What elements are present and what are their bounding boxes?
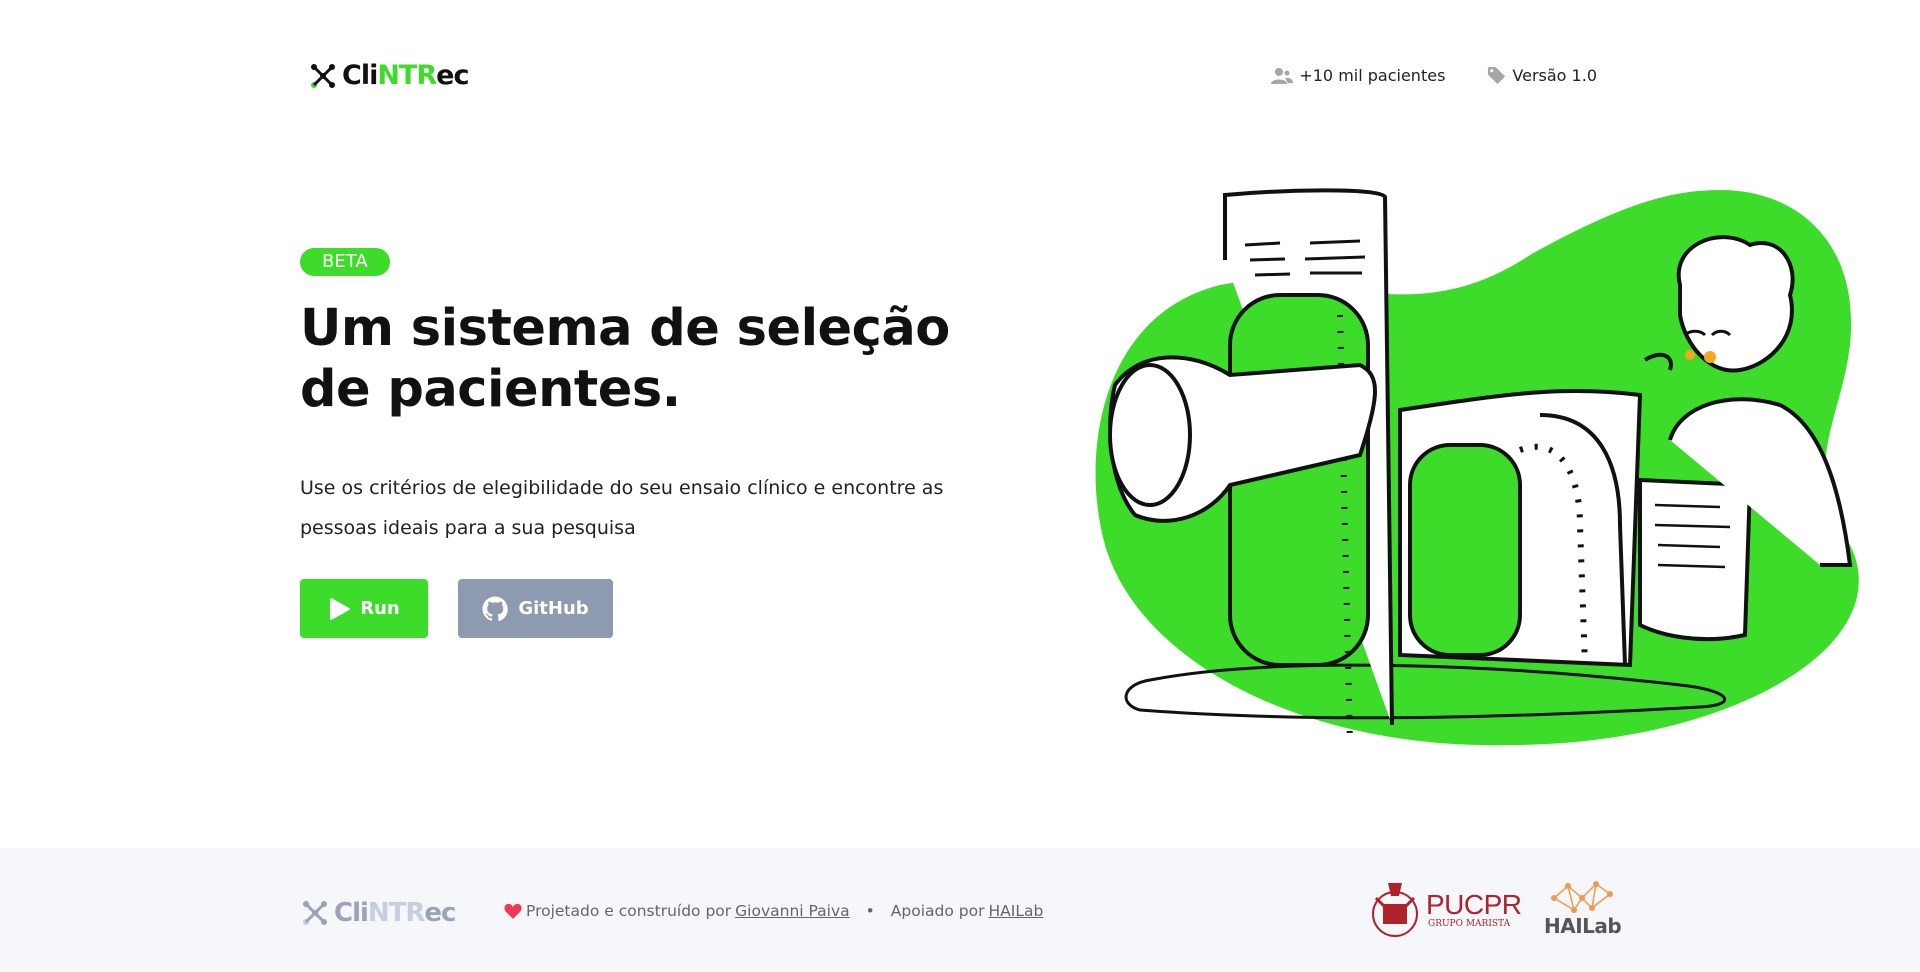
nav-version-label: Versão 1.0: [1512, 66, 1597, 85]
heart-icon: [504, 903, 522, 919]
page-title: Um sistema de seleção de pacientes.: [300, 299, 950, 419]
nav-patients: +10 mil pacientes: [1271, 66, 1445, 85]
nav-version: Versão 1.0: [1487, 66, 1597, 85]
run-button[interactable]: Run: [300, 579, 428, 638]
separator: •: [865, 902, 875, 920]
footer-logo-text: CliNTRec: [334, 898, 456, 928]
header-nav: +10 mil pacientes Versão 1.0: [1271, 66, 1597, 85]
github-button-label: GitHub: [518, 598, 589, 619]
pucpr-crest-icon: [1372, 883, 1418, 937]
hero-buttons: Run GitHub: [300, 579, 613, 638]
github-button[interactable]: GitHub: [458, 579, 613, 638]
hailab-link[interactable]: HAILab: [988, 902, 1043, 920]
tag-icon: [1488, 66, 1506, 85]
footer-logo-mark-icon: [303, 901, 327, 925]
nav-patients-label: +10 mil pacientes: [1299, 66, 1446, 85]
footer: CliNTRec Projetado e construído por Giov…: [0, 848, 1920, 972]
logo[interactable]: CliNTRec: [308, 60, 469, 91]
header: CliNTRec +10 mil pacientes Versão 1.0: [0, 0, 1920, 150]
footer-credit: Projetado e construído por Giovanni Paiv…: [504, 902, 1043, 920]
users-icon: [1271, 67, 1294, 84]
hero: BETA Um sistema de seleção de pacientes.…: [300, 248, 1020, 638]
logo-text: CliNTRec: [342, 60, 469, 91]
github-icon: [482, 596, 509, 621]
pucpr-name: PUCPR: [1426, 889, 1522, 920]
pucpr-text: PUCPR GRUPO MARISTA: [1426, 889, 1522, 929]
hero-illustration: [1095, 188, 1859, 746]
run-button-label: Run: [360, 598, 400, 619]
credit-prefix: Projetado e construído por: [526, 902, 732, 920]
pucpr-subtitle: GRUPO MARISTA: [1428, 919, 1511, 929]
author-link[interactable]: Giovanni Paiva: [735, 902, 849, 920]
play-icon: [330, 597, 351, 620]
beta-badge: BETA: [300, 248, 390, 276]
footer-logo[interactable]: CliNTRec: [300, 898, 456, 928]
hero-description: Use os critérios de elegibilidade do seu…: [300, 477, 944, 539]
pucpr-logo[interactable]: PUCPR GRUPO MARISTA: [1368, 878, 1522, 940]
support-prefix: Apoiado por: [890, 902, 985, 920]
hailab-logo[interactable]: HAILab: [1544, 878, 1622, 938]
hailab-name: HAILab: [1544, 914, 1622, 938]
logo-mark-icon: [311, 63, 335, 88]
